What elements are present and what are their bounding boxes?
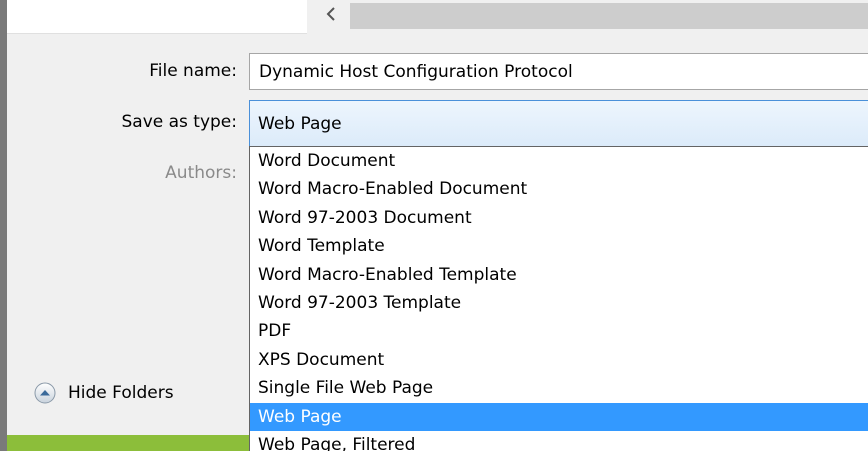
chevron-up-circle-icon [34, 382, 56, 404]
dropdown-option[interactable]: PDF [250, 317, 868, 345]
dropdown-option[interactable]: Word 97-2003 Template [250, 289, 868, 317]
status-bar-accent [7, 435, 249, 451]
dropdown-option[interactable]: Word Macro-Enabled Document [250, 175, 868, 203]
save-as-type-value: Web Page [258, 113, 342, 134]
hide-folders-label: Hide Folders [68, 383, 174, 403]
dropdown-option[interactable]: Word Macro-Enabled Template [250, 261, 868, 289]
dropdown-option[interactable]: Web Page, Filtered [250, 431, 868, 451]
window-frame-left [0, 0, 7, 451]
dropdown-option[interactable]: Single File Web Page [250, 374, 868, 402]
chevron-left-icon [326, 7, 335, 21]
file-name-label: File name: [149, 61, 237, 81]
navigation-pane[interactable] [7, 0, 307, 34]
hide-folders-button[interactable]: Hide Folders [34, 382, 174, 404]
save-as-type-label: Save as type: [121, 112, 237, 132]
dropdown-option[interactable]: Word 97-2003 Document [250, 204, 868, 232]
dropdown-option[interactable]: Word Template [250, 232, 868, 260]
dropdown-option[interactable]: Word Document [250, 147, 868, 175]
save-as-type-dropdown-list[interactable]: Word Document Word Macro-Enabled Document… [249, 146, 868, 451]
dropdown-option[interactable]: Web Page [250, 402, 868, 431]
scroll-left-button[interactable] [318, 0, 344, 28]
horizontal-scrollbar[interactable] [350, 3, 868, 29]
save-as-type-select[interactable]: Web Page [249, 100, 868, 147]
file-name-input[interactable]: Dynamic Host Configuration Protocol [249, 53, 868, 90]
dropdown-option[interactable]: XPS Document [250, 346, 868, 374]
authors-label: Authors: [165, 163, 237, 183]
file-name-value: Dynamic Host Configuration Protocol [259, 61, 573, 82]
